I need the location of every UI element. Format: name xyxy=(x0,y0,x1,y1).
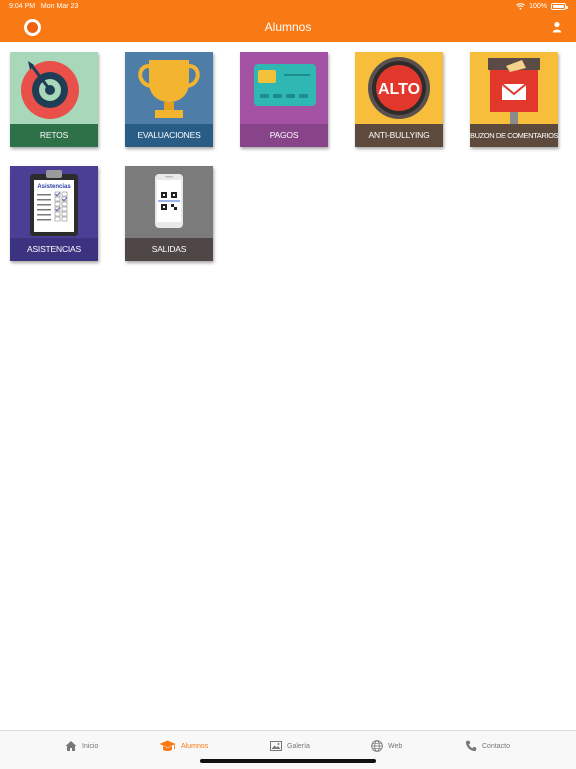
tab-label: Galería xyxy=(287,742,310,750)
navigation-bar: 9:04 PM Mon Mar 23 100% Alumnos xyxy=(0,0,576,42)
tile-pagos[interactable]: PAGOS xyxy=(240,52,328,147)
status-bar: 9:04 PM Mon Mar 23 100% xyxy=(0,0,576,13)
credit-card-icon xyxy=(240,52,328,124)
home-indicator xyxy=(200,759,376,763)
tab-label: Inicio xyxy=(82,742,99,750)
tile-buzon-de-comentarios[interactable]: BUZON DE COMENTARIOS xyxy=(470,52,558,147)
tab-inicio[interactable]: Inicio xyxy=(65,739,98,753)
tab-contacto[interactable]: Contacto xyxy=(465,739,510,753)
target-icon xyxy=(10,52,98,124)
user-icon[interactable] xyxy=(550,20,564,34)
tab-label: Alumnos xyxy=(181,742,209,750)
tab-web[interactable]: Web xyxy=(371,739,402,753)
stop-sign-text: ALTO xyxy=(378,81,420,98)
trophy-icon xyxy=(125,52,213,124)
battery-icon xyxy=(551,3,568,10)
tile-anti-bullying[interactable]: ALTO ANTI-BULLYING xyxy=(355,52,443,147)
tile-label: RETOS xyxy=(10,124,98,147)
graduation-cap-icon xyxy=(159,740,176,751)
tile-salidas[interactable]: SALIDAS xyxy=(125,166,213,261)
tile-label: EVALUACIONES xyxy=(125,124,213,147)
page-title: Alumnos xyxy=(264,20,312,34)
wifi-icon xyxy=(516,3,525,10)
tile-evaluaciones[interactable]: EVALUACIONES xyxy=(125,52,213,147)
status-date: Mon Mar 23 xyxy=(40,3,79,10)
qr-phone-icon xyxy=(125,166,213,238)
gallery-icon xyxy=(270,741,282,751)
home-icon xyxy=(65,741,77,751)
battery-percentage: 100% xyxy=(529,3,547,10)
globe-icon xyxy=(371,740,383,752)
tab-bar: Inicio Alumnos Galería Web Contacto xyxy=(0,730,576,769)
tile-label: ASISTENCIAS xyxy=(10,238,98,261)
mailbox-icon xyxy=(470,52,558,124)
tile-label: PAGOS xyxy=(240,124,328,147)
phone-icon xyxy=(465,740,477,752)
tab-galeria[interactable]: Galería xyxy=(270,739,310,753)
tile-label: ANTI-BULLYING xyxy=(355,124,443,147)
clipboard-title: Asistencias xyxy=(37,184,71,190)
status-time: 9:04 PM xyxy=(9,3,36,10)
tile-label: SALIDAS xyxy=(125,238,213,261)
tile-asistencias[interactable]: Asistencias ASISTENCIAS xyxy=(10,166,98,261)
stop-sign-icon: ALTO xyxy=(355,52,443,124)
tile-retos[interactable]: RETOS xyxy=(10,52,98,147)
clipboard-icon: Asistencias xyxy=(10,166,98,238)
tab-label: Contacto xyxy=(482,742,511,750)
tab-label: Web xyxy=(388,742,403,750)
tab-alumnos[interactable]: Alumnos xyxy=(159,739,208,753)
tile-label: BUZON DE COMENTARIOS xyxy=(470,124,558,147)
